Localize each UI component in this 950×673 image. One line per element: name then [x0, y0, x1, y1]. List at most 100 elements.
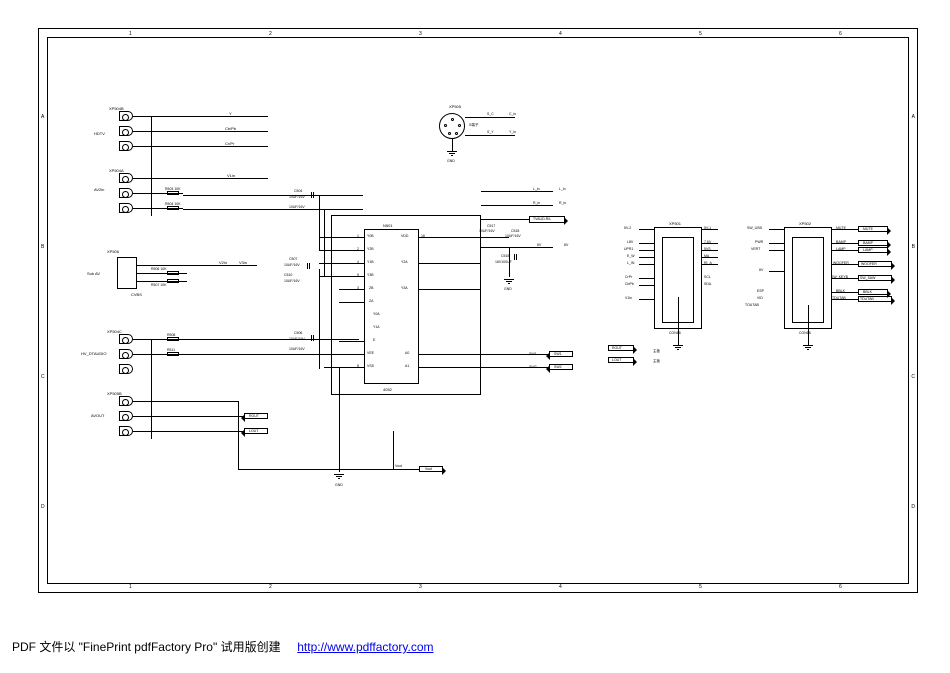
- lbl-r511: R511: [167, 348, 175, 352]
- out-swsaw: SW_SAW: [860, 276, 875, 280]
- r504: [167, 206, 179, 210]
- col-2: 2: [269, 31, 272, 37]
- net-cin: C_in: [509, 112, 516, 116]
- lbl-hvdtaudio: HV_DTAUDIO: [81, 351, 106, 356]
- lbl-tov2: 主板: [653, 359, 660, 364]
- net-lout2: LOUT: [612, 358, 621, 362]
- net-cr: Cr/Pr: [225, 141, 234, 146]
- wire: [832, 250, 858, 251]
- r503: [167, 191, 179, 195]
- wire: [137, 265, 257, 266]
- footer-link[interactable]: http://www.pdffactory.com: [297, 640, 433, 654]
- wire: [832, 243, 858, 244]
- net-sw2b: SW2: [529, 365, 537, 369]
- lbl-subav: Sub AV: [87, 271, 100, 276]
- wire: [639, 250, 654, 251]
- jack-cb: [119, 126, 133, 136]
- wire: [481, 205, 553, 206]
- lbl-c510: C510: [284, 273, 292, 277]
- pin-l3: Y3B: [367, 273, 374, 277]
- lbl-c506v2: 10UF/16V: [289, 347, 305, 351]
- out-woofer: WOOFER: [861, 262, 877, 266]
- jack-avo2: [119, 411, 133, 421]
- lbl-xp506: XP506: [107, 249, 119, 254]
- r506: [167, 271, 179, 275]
- wire: [639, 285, 654, 286]
- wire: [639, 257, 654, 258]
- xp502-l10: TOUTAB: [745, 303, 759, 307]
- pin-l0: Y0B: [367, 234, 374, 238]
- wire: [133, 178, 268, 179]
- rowr-b: B: [912, 244, 915, 250]
- net-rin2: R_in: [559, 201, 566, 205]
- wire: [238, 401, 239, 469]
- xp501-l3: UPR1: [624, 247, 633, 251]
- gnd-xp502: [803, 345, 813, 353]
- xp501-l2: L8V: [627, 240, 633, 244]
- wire: [133, 401, 238, 402]
- wire: [769, 250, 784, 251]
- lbl-xp505: XP505: [449, 104, 461, 109]
- pin-l5: ZA: [369, 299, 373, 303]
- wire: [324, 367, 364, 368]
- net-v3in: V3in: [239, 260, 247, 265]
- wire: [339, 302, 364, 303]
- net-tvaudrl: TVAUD-R/L: [533, 217, 551, 221]
- jack-cr: [119, 141, 133, 151]
- wire: [769, 229, 784, 230]
- net-sy: S_Y: [487, 130, 494, 134]
- net-yin: Y_in: [509, 130, 516, 134]
- net-v2in: V2in: [219, 260, 227, 265]
- wire: [832, 292, 858, 293]
- lbl-rout: ROUT: [249, 414, 259, 418]
- xp502-l3: VERT: [751, 247, 760, 251]
- pin-l2: Y1B: [367, 260, 374, 264]
- wire: [481, 191, 553, 192]
- rowr-a: A: [912, 114, 915, 120]
- wire: [452, 139, 453, 151]
- wire: [133, 146, 268, 147]
- gnd-bus: [151, 116, 152, 216]
- out-lamp: LAMP: [863, 248, 873, 252]
- wire: [319, 269, 320, 369]
- pin-l6: Y0A: [373, 312, 380, 316]
- lbl-c504v: 10UF/16V: [289, 195, 305, 199]
- rowr-d: D: [911, 504, 915, 510]
- net-cb: Cb/Pb: [225, 126, 236, 131]
- lbl-c517: C517: [487, 224, 495, 228]
- wire: [133, 431, 245, 432]
- wire: [419, 237, 509, 238]
- xp501-r8: SDA: [704, 282, 711, 286]
- lbl-r506: R506 10K: [151, 267, 167, 271]
- jack-avo3: [119, 426, 133, 436]
- lbl-r504: R504 10K: [165, 202, 181, 206]
- lbl-gnd: GND: [504, 287, 512, 291]
- xp502-l2: PWR: [755, 240, 763, 244]
- net-lin2: L_in: [559, 187, 566, 191]
- lbl-c504: C504: [294, 189, 302, 193]
- lbl-av2in: AV2in: [94, 187, 104, 192]
- ic-ref: N501: [383, 223, 393, 228]
- wire: [319, 250, 364, 251]
- lbl-sterm: S端子: [469, 123, 478, 128]
- wire: [339, 289, 364, 290]
- wire: [465, 135, 515, 136]
- wire: [393, 431, 394, 469]
- r507: [167, 279, 179, 283]
- wire: [319, 276, 364, 277]
- col-5: 5: [699, 31, 702, 37]
- lbl-c507v: 10UF/16V: [284, 263, 300, 267]
- wire: [702, 243, 718, 244]
- lbl-hdtv: HDTV: [94, 131, 105, 136]
- wire: [702, 257, 718, 258]
- wire: [465, 117, 515, 118]
- lbl-c518: C518: [511, 229, 519, 233]
- row-c: C: [41, 374, 45, 380]
- net-sw2: SW2: [554, 365, 562, 369]
- out-bamp: BAMP: [863, 241, 873, 245]
- wire: [137, 273, 187, 274]
- wire: [639, 278, 654, 279]
- xp502-l0: SW_USB: [747, 226, 762, 230]
- jack-avo1: [119, 396, 133, 406]
- col-4: 4: [559, 31, 562, 37]
